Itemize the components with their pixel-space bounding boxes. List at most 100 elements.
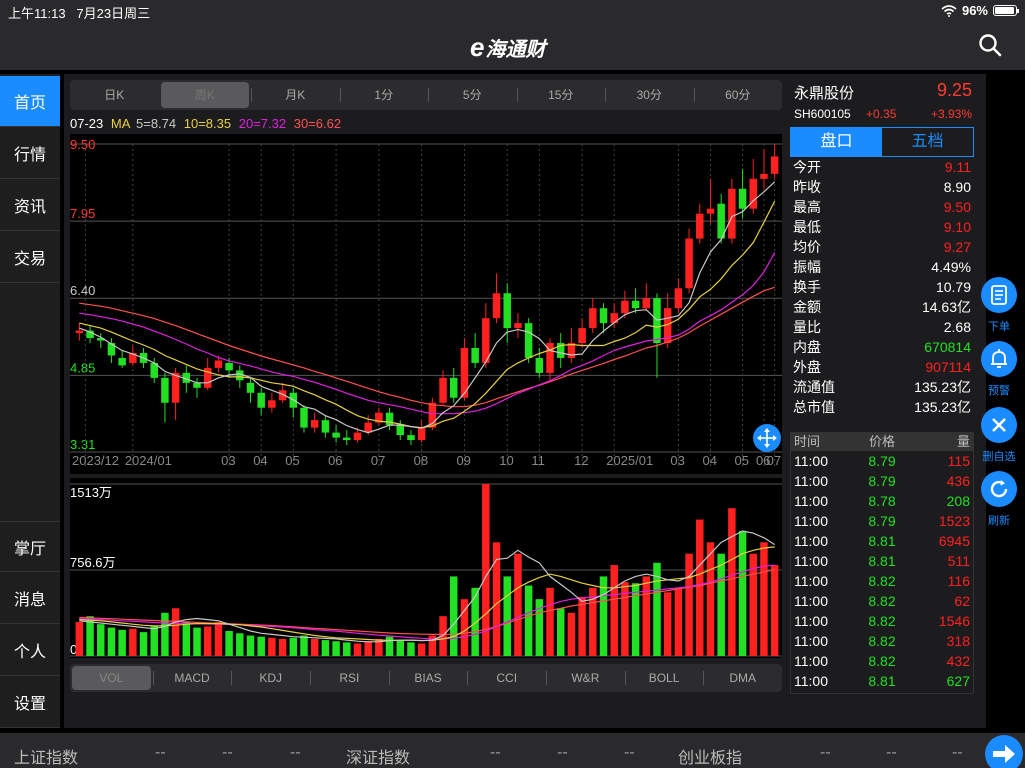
quote-row: 最低 9.10 [790,217,974,237]
trade-price: 8.79 [868,513,896,529]
tab-five-levels[interactable]: 五档 [882,128,973,156]
trade-volume: 208 [946,493,970,509]
search-icon[interactable] [977,32,1003,58]
quote-value: 135.23亿 [914,399,971,415]
trade-time: 11:00 [794,553,828,569]
volume-bar [161,612,169,656]
tab-indicator[interactable]: KDJ [231,664,310,692]
sidebar-item-trade[interactable]: 交易 [0,232,60,283]
ticker-expand-button[interactable] [985,735,1023,768]
quote-row: 振幅 4.49% [790,257,974,277]
volume-bar [353,643,362,656]
ticker-value: -- [155,744,166,761]
trade-volume: 627 [946,673,970,689]
volume-bar [332,641,340,656]
tab-indicator[interactable]: W&R [546,664,625,692]
tab-indicator[interactable]: VOL [72,666,151,690]
volume-bar [567,612,576,656]
volume-bar [610,565,618,656]
remove-watchlist-button[interactable] [981,407,1017,443]
trade-row: 11:00 8.82 1546 [791,611,973,631]
stock-price: 9.25 [936,80,972,100]
volume-bar [129,628,137,656]
x-tick-label: 04 [702,453,716,468]
ticker-value: -- [290,744,301,761]
volume-bar [150,626,158,656]
sidebar-item-news[interactable]: 资讯 [0,180,60,231]
order-button[interactable] [981,277,1017,313]
sidebar-item-profile[interactable]: 个人 [0,625,60,676]
tab-period[interactable]: 30分 [605,80,694,110]
x-tick-label: 05 [735,453,749,468]
quote-row: 外盘 907114 [790,357,974,377]
trade-time: 11:00 [794,533,828,549]
sidebar-item-market[interactable]: 行情 [0,128,60,179]
tab-indicator[interactable]: BIAS [388,664,468,692]
sidebar-item-label: 设置 [13,696,46,713]
sidebar-item-hall[interactable]: 掌厅 [0,521,60,572]
sidebar-item-home[interactable]: 首页 [0,76,60,127]
refresh-button[interactable] [981,471,1017,507]
sidebar-item-settings[interactable]: 设置 [0,677,60,728]
trade-price: 8.79 [868,473,896,489]
tab-indicator[interactable]: MACD [152,664,232,692]
volume-bar [171,608,180,656]
quote-value: 670814 [924,339,971,355]
volume-bar [236,633,244,656]
volume-bar [396,640,405,656]
quote-row: 内盘 670814 [790,337,974,357]
trade-row: 11:00 8.79 115 [791,451,973,471]
expand-icon [757,428,777,448]
ticker-value: -- [820,744,831,761]
tab-period[interactable]: 月K [251,80,340,110]
ticker-value: -- [490,744,501,761]
quote-row: 均价 9.27 [790,237,974,257]
battery-percent: 96% [961,3,988,18]
trade-price: 8.82 [868,573,896,589]
trade-row: 11:00 8.79 1523 [791,511,973,531]
ma-legend: 07-23 MA 5=8.74 10=8.35 20=7.32 30=6.62 [70,116,345,131]
y-tick-label: 3.31 [70,437,95,452]
sidebar-item-messages[interactable]: 消息 [0,573,60,624]
x-tick-label: 11 [531,453,545,468]
alert-button[interactable] [981,341,1017,377]
volume-bar [642,576,651,656]
quote-value: 4.49% [931,259,971,275]
tab-period[interactable]: 5分 [428,80,517,110]
tab-period[interactable]: 1分 [339,80,429,110]
kline-chart[interactable]: 9.50 7.95 6.40 4.85 3.312023/12 2024/01 03 04 05… [70,134,782,474]
quote-label: 均价 [793,239,821,255]
remove-watchlist-label: 删自选 [982,451,1016,463]
quote-panel: 永鼎股份 9.25 SH600105 +0.35 +3.93% 盘口 五档 今开… [788,74,976,728]
volume-chart[interactable]: 1513万756.6万0 [70,478,782,658]
tab-indicator[interactable]: RSI [310,664,389,692]
ticker-name: 深证指数 [346,750,411,767]
col-price: 价格 [868,434,895,449]
tab-indicator[interactable]: BOLL [624,664,704,692]
tab-period[interactable]: 15分 [516,80,606,110]
trade-row: 11:00 8.82 318 [791,631,973,651]
trade-ticks-body: 11:00 8.79 115 11:00 8.79 436 11:00 8.78 208 11:0… [791,451,973,691]
expand-chart-button[interactable] [753,424,781,452]
x-tick-label: 2025/01 [606,453,653,468]
sidebar-item-label: 掌厅 [13,540,46,558]
stock-code: SH600105 [794,107,851,121]
ma30-value: 30=6.62 [293,116,342,131]
trade-time: 11:00 [794,473,828,489]
index-ticker-bar[interactable]: 上证指数 -- -- -- 深证指数 -- -- -- 创业板指 -- -- -… [0,733,1025,768]
sidebar-item-label: 资讯 [13,199,46,216]
volume-bar [289,637,298,656]
tab-period[interactable]: 60分 [693,80,783,110]
status-time-date: 上午11:13 7月23日周三 [8,3,150,22]
tab-indicator[interactable]: DMA [703,664,782,692]
tab-indicator[interactable]: CCI [467,664,546,692]
alert-label: 预警 [988,385,1010,397]
tab-period[interactable]: 周K [160,82,249,108]
y-tick-label: 1513万 [70,485,112,500]
tab-order-book[interactable]: 盘口 [791,128,882,156]
volume-bar [738,530,747,656]
volume-bar [268,637,276,656]
trade-row: 11:00 8.81 6945 [791,531,973,551]
refresh-label: 刷新 [988,515,1010,527]
tab-period[interactable]: 日K [70,80,159,110]
